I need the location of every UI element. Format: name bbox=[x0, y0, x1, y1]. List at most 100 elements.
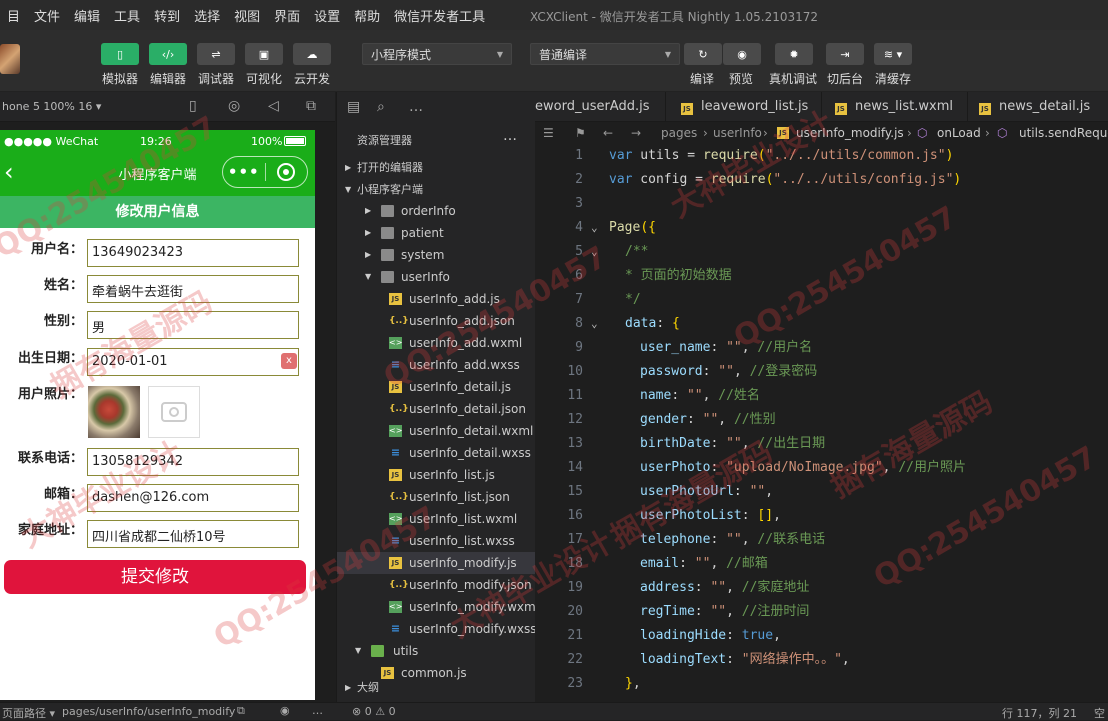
compile-button[interactable]: ↻ bbox=[684, 43, 722, 65]
tree-item-userinfo-list-js[interactable]: JS userInfo_list.js bbox=[337, 464, 536, 486]
tree-item-orderinfo[interactable]: ▶ orderInfo bbox=[337, 200, 536, 222]
background-button[interactable]: ⇥ bbox=[826, 43, 864, 65]
tree-item-system[interactable]: ▶ system bbox=[337, 244, 536, 266]
tab-news-detail[interactable]: JS news_detail.js bbox=[979, 92, 1090, 122]
eye-icon[interactable]: ◉ bbox=[280, 704, 290, 717]
device-select[interactable]: hone 5 100% 16 ▾ bbox=[2, 100, 101, 113]
tree-item-userinfo-modify-json[interactable]: {..} userInfo_modify.json bbox=[337, 574, 536, 596]
tree-item-utils[interactable]: ▼ utils bbox=[337, 640, 536, 662]
breadcrumb-file[interactable]: userInfo_modify.js bbox=[796, 122, 904, 144]
cloud-dev-label: 云开发 bbox=[294, 72, 331, 86]
project-section[interactable]: ▼ 小程序客户端 bbox=[337, 179, 536, 201]
fold-icon[interactable]: ⌄ bbox=[591, 240, 598, 264]
close-mini-program-button[interactable] bbox=[265, 163, 307, 181]
tab-leaveword-list[interactable]: JS leaveword_list.js bbox=[681, 92, 808, 122]
tree-item-userinfo-add-json[interactable]: {..} userInfo_add.json bbox=[337, 310, 536, 332]
gender-input[interactable]: 男 bbox=[87, 311, 299, 339]
tree-item-userinfo[interactable]: ▼ userInfo bbox=[337, 266, 536, 288]
tree-item-userinfo-list-wxss[interactable]: ≡ userInfo_list.wxss bbox=[337, 530, 536, 552]
tree-item-userinfo-modify-js[interactable]: JS userInfo_modify.js bbox=[337, 552, 536, 574]
breadcrumb-onload[interactable]: onLoad bbox=[937, 122, 981, 144]
record-icon[interactable]: ◎ bbox=[228, 98, 240, 114]
bookmark-icon[interactable]: ⚑ bbox=[575, 122, 586, 144]
username-input[interactable]: 13649023423 bbox=[87, 239, 299, 267]
breadcrumb-userinfo[interactable]: userInfo bbox=[713, 122, 762, 144]
arrow-right-icon[interactable]: → bbox=[631, 122, 641, 144]
clear-cache-button[interactable]: ≋ ▾ bbox=[874, 43, 912, 65]
preview-button[interactable]: ◉ bbox=[723, 43, 761, 65]
menu-goto[interactable]: 转到 bbox=[147, 6, 187, 25]
tab-news-list[interactable]: JS news_list.wxml bbox=[835, 92, 953, 122]
mode-select[interactable]: 小程序模式 ▼ bbox=[362, 43, 512, 65]
visual-toggle-button[interactable]: ▣ bbox=[245, 43, 283, 65]
tab-label: eword_userAdd.js bbox=[535, 99, 650, 114]
user-photo-thumbnail[interactable] bbox=[88, 386, 140, 438]
avatar[interactable] bbox=[0, 44, 20, 74]
layout-icon[interactable]: ▤ bbox=[347, 99, 360, 115]
phone-icon[interactable]: ▯ bbox=[189, 98, 197, 114]
menu-select[interactable]: 选择 bbox=[187, 6, 227, 25]
volume-icon[interactable]: ◁ bbox=[268, 98, 279, 114]
more-icon[interactable]: … bbox=[409, 99, 423, 115]
code-editor[interactable]: 1 var utils = require("../../utils/common… bbox=[535, 144, 1108, 702]
explorer-title: 资源管理器 bbox=[357, 134, 412, 147]
menu-edit[interactable]: 编辑 bbox=[67, 6, 107, 25]
copy-icon[interactable]: ⧉ bbox=[237, 704, 245, 718]
menu-settings[interactable]: 设置 bbox=[307, 6, 347, 25]
tree-item-userinfo-detail-js[interactable]: JS userInfo_detail.js bbox=[337, 376, 536, 398]
tree-item-userinfo-add-js[interactable]: JS userInfo_add.js bbox=[337, 288, 536, 310]
name-input[interactable]: 牵着蜗牛去逛街 bbox=[87, 275, 299, 303]
tab-leaveword-useradd[interactable]: eword_userAdd.js bbox=[535, 92, 650, 122]
address-input[interactable]: 四川省成都二仙桥10号 bbox=[87, 520, 299, 548]
add-photo-button[interactable] bbox=[148, 386, 200, 438]
arrow-left-icon[interactable]: ← bbox=[603, 122, 613, 144]
indent-indicator[interactable]: 空 bbox=[1094, 705, 1105, 721]
tree-item-userinfo-add-wxml[interactable]: <> userInfo_add.wxml bbox=[337, 332, 536, 354]
breadcrumb-pages[interactable]: pages bbox=[661, 122, 697, 144]
menu-help[interactable]: 帮助 bbox=[347, 6, 387, 25]
debugger-toggle-button[interactable]: ⇌ bbox=[197, 43, 235, 65]
tree-item-userinfo-list-json[interactable]: {..} userInfo_list.json bbox=[337, 486, 536, 508]
menu-tools[interactable]: 工具 bbox=[107, 6, 147, 25]
search-icon[interactable]: ⌕ bbox=[377, 99, 385, 115]
open-editors-section[interactable]: ▶ 打开的编辑器 bbox=[337, 157, 536, 179]
code-line: 19 address: "", //家庭地址 bbox=[567, 580, 810, 595]
cursor-position[interactable]: 行 117，列 21 bbox=[1002, 705, 1077, 721]
cloud-dev-button[interactable]: ☁ bbox=[293, 43, 331, 65]
tree-item-patient[interactable]: ▶ patient bbox=[337, 222, 536, 244]
tree-item-userinfo-detail-json[interactable]: {..} userInfo_detail.json bbox=[337, 398, 536, 420]
tree-item-userinfo-modify-wxml[interactable]: <> userInfo_modify.wxml bbox=[337, 596, 539, 618]
remote-debug-button[interactable]: ✹ bbox=[775, 43, 813, 65]
fold-icon[interactable]: ⌄ bbox=[591, 216, 598, 240]
simulator-toggle-button[interactable]: ▯ bbox=[101, 43, 139, 65]
list-icon[interactable]: ☰ bbox=[543, 122, 554, 144]
telephone-input[interactable]: 13058129342 bbox=[87, 448, 299, 476]
more-icon[interactable]: ••• bbox=[223, 163, 265, 181]
outline-section[interactable]: ▶ 大纲 bbox=[337, 677, 536, 699]
editor-toggle-button[interactable]: ‹/› bbox=[149, 43, 187, 65]
tree-item-userinfo-detail-wxml[interactable]: <> userInfo_detail.wxml bbox=[337, 420, 536, 442]
tree-item-userinfo-add-wxss[interactable]: ≡ userInfo_add.wxss bbox=[337, 354, 536, 376]
page-path-toggle[interactable]: 页面路径 ▾ bbox=[2, 705, 55, 721]
compile-select[interactable]: 普通编译 ▼ bbox=[530, 43, 680, 65]
code-line: 23}, bbox=[567, 676, 641, 691]
menu-file[interactable]: 文件 bbox=[27, 6, 67, 25]
submit-button[interactable]: 提交修改 bbox=[4, 560, 306, 594]
window-icon[interactable]: ⧉ bbox=[306, 98, 316, 114]
fold-icon[interactable]: ⌄ bbox=[591, 312, 598, 336]
clear-date-button[interactable]: x bbox=[281, 353, 297, 369]
menu-view[interactable]: 视图 bbox=[227, 6, 267, 25]
menu-project[interactable]: 目 bbox=[0, 6, 27, 25]
tree-item-userinfo-detail-wxss[interactable]: ≡ userInfo_detail.wxss bbox=[337, 442, 536, 464]
name-label: 姓名： bbox=[43, 278, 83, 293]
problems-indicator[interactable]: ⊗ 0 ⚠ 0 bbox=[352, 705, 396, 718]
menu-devtools[interactable]: 微信开发者工具 bbox=[387, 6, 492, 25]
breadcrumb-sendrequest[interactable]: utils.sendReque bbox=[1019, 122, 1108, 144]
more-icon[interactable]: … bbox=[312, 704, 323, 717]
tree-item-userinfo-modify-wxss[interactable]: ≡ userInfo_modify.wxss bbox=[337, 618, 537, 640]
tree-item-userinfo-list-wxml[interactable]: <> userInfo_list.wxml bbox=[337, 508, 536, 530]
email-input[interactable]: dashen@126.com bbox=[87, 484, 299, 512]
more-icon[interactable]: … bbox=[503, 128, 517, 144]
menu-interface[interactable]: 界面 bbox=[267, 6, 307, 25]
birthdate-picker[interactable]: 2020-01-01 bbox=[87, 348, 299, 376]
